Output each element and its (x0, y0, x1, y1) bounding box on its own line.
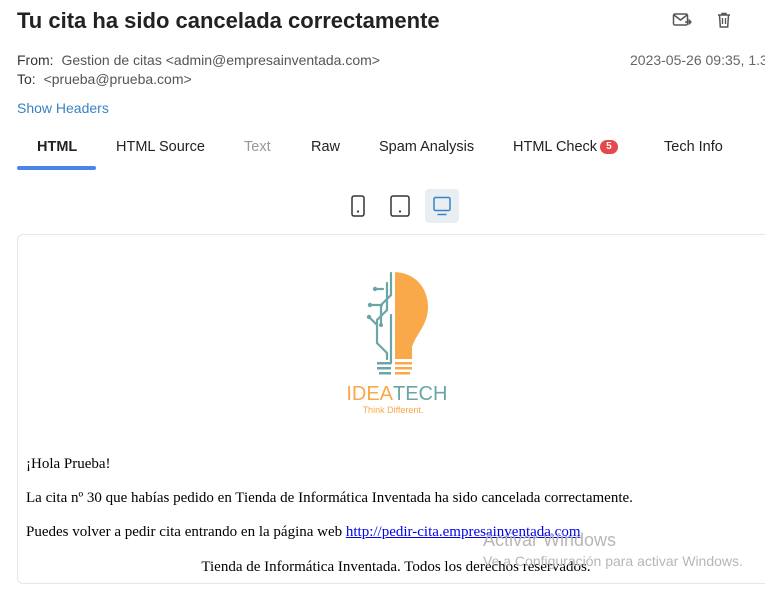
greeting: ¡Hola Prueba! (26, 456, 111, 472)
email-actions (672, 10, 734, 30)
ideatech-logo: IDEA TECH Think Different. (346, 271, 447, 415)
tab-html-source[interactable]: HTML Source (116, 128, 205, 166)
show-headers-link[interactable]: Show Headers (17, 100, 109, 116)
tab-html[interactable]: HTML (37, 128, 77, 166)
email-preview-frame: IDEA TECH Think Different. ¡Hola Prueba!… (17, 234, 765, 584)
tab-tech-info[interactable]: Tech Info (664, 128, 723, 166)
tab-spam-analysis[interactable]: Spam Analysis (379, 128, 474, 166)
device-preview-switcher (341, 189, 459, 223)
cancellation-message: La cita nº 30 que habías pedido en Tiend… (26, 490, 633, 506)
to-line: To: <prueba@prueba.com> (17, 71, 192, 87)
from-line: From: Gestion de citas <admin@empresainv… (17, 52, 380, 68)
logo-name: IDEA (346, 383, 393, 405)
email-subject: Tu cita ha sido cancelada correctamente (17, 8, 440, 33)
active-tab-indicator (17, 166, 96, 170)
tablet-icon[interactable] (383, 189, 417, 223)
rebook-text: Puedes volver a pedir cita entrando en l… (26, 524, 346, 540)
tab-html-check-label: HTML Check (513, 139, 598, 155)
windows-activation-title: Activar Windows (483, 530, 617, 550)
mail-forward-icon[interactable] (672, 10, 692, 30)
from-value: Gestion de citas <admin@empresainventada… (61, 52, 380, 68)
to-label: To: (17, 71, 36, 87)
tab-raw[interactable]: Raw (311, 128, 340, 166)
from-label: From: (17, 52, 54, 68)
to-value: <prueba@prueba.com> (43, 71, 192, 87)
tab-text: Text (244, 139, 271, 155)
trash-icon[interactable] (714, 10, 734, 30)
view-tabs: HTML HTML Source Text Raw Spam Analysis … (17, 128, 765, 170)
desktop-icon[interactable] (425, 189, 459, 223)
tab-html-check[interactable]: HTML Check 5 (513, 128, 618, 166)
mobile-icon[interactable] (341, 189, 375, 223)
email-date: 2023-05-26 09:35, 1.3 (630, 52, 765, 68)
logo-tagline: Think Different. (363, 405, 424, 415)
logo-name-2: TECH (393, 383, 447, 405)
html-check-badge: 5 (600, 140, 618, 154)
windows-activation-subtitle: Ve a Configuración para activar Windows. (483, 553, 743, 569)
